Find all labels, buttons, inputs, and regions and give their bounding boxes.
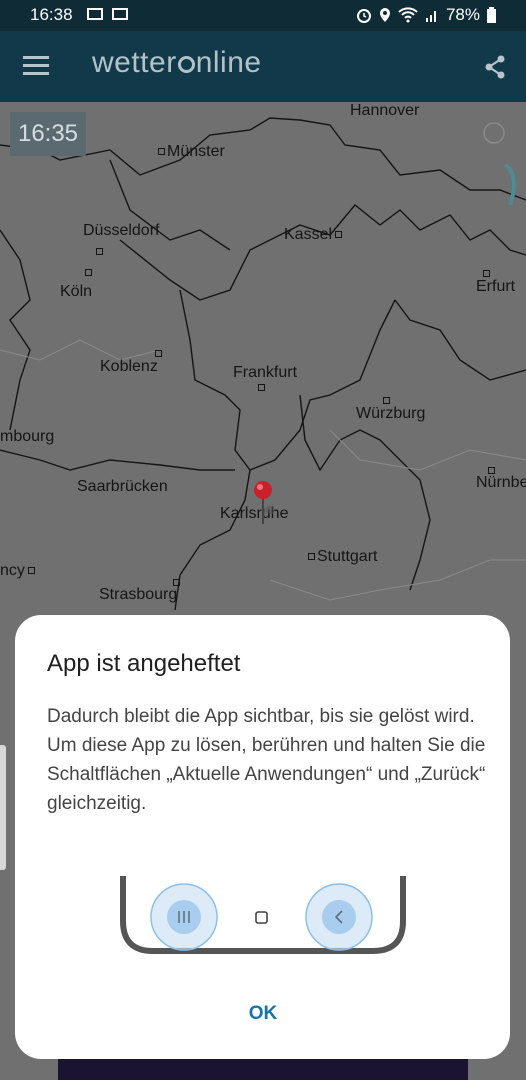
city-label: Münster (158, 143, 225, 161)
gmail-icon (87, 8, 103, 20)
radar-timestamp: 16:35 (10, 112, 86, 156)
city-label: ncy (0, 562, 37, 580)
hamburger-menu-icon[interactable] (23, 56, 49, 76)
edge-panel-handle[interactable] (0, 745, 6, 870)
navigation-bar-illustration (120, 876, 406, 954)
location-pin-icon (254, 481, 274, 524)
battery-percent: 78% (445, 5, 480, 24)
gmail-icon (112, 8, 128, 20)
wifi-icon (398, 7, 418, 23)
status-time: 16:38 (30, 5, 73, 24)
app-bar (0, 31, 526, 102)
city-dot (488, 462, 497, 480)
location-icon (379, 8, 390, 22)
battery-icon (487, 7, 496, 23)
city-label: Stuttgart (308, 548, 377, 566)
city-label: Köln (60, 283, 93, 300)
share-icon[interactable] (484, 55, 506, 79)
status-bar: 16:38 78% (0, 0, 526, 31)
status-icons: 78% (356, 5, 496, 25)
city-dot (85, 264, 94, 282)
app-pinned-dialog: App ist angeheftet Dadurch bleibt die Ap… (15, 615, 510, 1059)
alarm-icon (356, 9, 371, 23)
city-label: mbourg (0, 428, 55, 445)
bottom-banner (58, 1059, 468, 1080)
city-label: Düsseldorf (83, 222, 160, 239)
city-label: Nürnbe (476, 474, 526, 491)
dialog-message-line-1: Dadurch bleibt die App sichtbar, bis sie… (47, 706, 475, 727)
app-logo: wetter nline (92, 46, 262, 79)
city-label: Kassel (284, 226, 344, 244)
ok-button[interactable]: OK (225, 997, 301, 1031)
city-dot (173, 574, 182, 592)
city-label: Koblenz (100, 358, 158, 375)
dialog-message-line-2: Um diese App zu lösen, berühren und halt… (47, 735, 486, 814)
city-dot (383, 392, 392, 410)
dialog-message: Dadurch bleibt die App sichtbar, bis sie… (47, 702, 487, 818)
city-label: Erfurt (476, 278, 516, 295)
city-label: Saarbrücken (77, 478, 168, 495)
city-dot (96, 243, 105, 261)
city-dot (258, 379, 267, 397)
city-dot (483, 265, 492, 283)
city-label: Hannover (350, 102, 420, 119)
signal-icon (425, 11, 436, 22)
city-label: Strasbourg (99, 586, 178, 603)
home-icon (255, 911, 268, 924)
logo-sun-icon (177, 56, 195, 73)
dialog-title: App ist angeheftet (47, 650, 241, 677)
city-dot (155, 345, 164, 363)
